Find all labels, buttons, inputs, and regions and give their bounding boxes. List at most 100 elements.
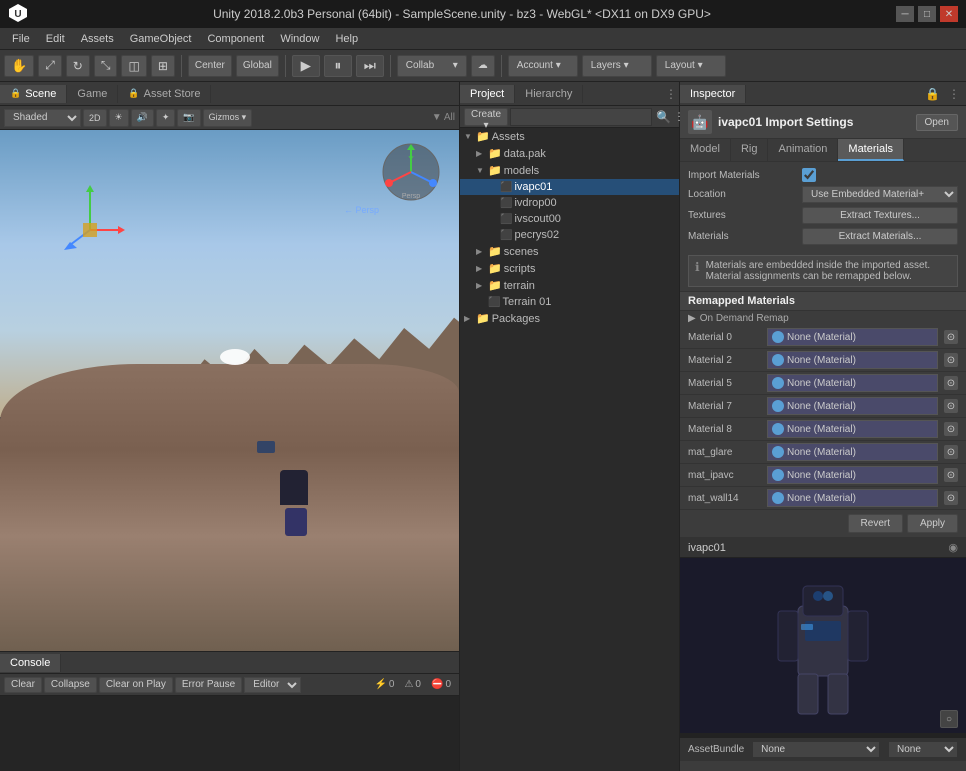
editor-dropdown[interactable]: Editor [244, 677, 301, 693]
global-button[interactable]: Global [236, 55, 279, 77]
revert-button[interactable]: Revert [848, 514, 903, 533]
layers-button[interactable]: Layers ▾ [582, 55, 652, 77]
mat-picker-1: None (Material) [767, 351, 938, 369]
maximize-button[interactable]: □ [918, 6, 936, 22]
minimize-button[interactable]: ─ [896, 6, 914, 22]
tree-item-ivapc01[interactable]: ⬛ ivapc01 [460, 179, 679, 195]
center-button[interactable]: Center [188, 55, 232, 77]
collab-button[interactable]: Collab▾ [397, 55, 467, 77]
mat-more-button-7[interactable]: ⊙ [944, 491, 958, 505]
mat-more-button-1[interactable]: ⊙ [944, 353, 958, 367]
step-button[interactable]: ⏭ [356, 55, 384, 77]
materials-properties: Import Materials Location Use Embedded M… [680, 162, 966, 251]
preview-sphere-icon[interactable]: ○ [940, 710, 958, 728]
tree-item-terrain[interactable]: ▶ 📁 terrain [460, 277, 679, 294]
mat-row-name: Material 5 [688, 378, 763, 389]
error-pause-button[interactable]: Error Pause [175, 677, 242, 693]
mat-more-button-6[interactable]: ⊙ [944, 468, 958, 482]
audio-toggle[interactable]: 🔊 [131, 109, 154, 127]
tree-item-ivscout00[interactable]: ⬛ ivscout00 [460, 211, 679, 227]
tab-scene[interactable]: 🔒 Scene [0, 85, 67, 103]
tree-item-models[interactable]: ▼ 📁 models [460, 162, 679, 179]
tree-item-scenes[interactable]: ▶ 📁 scenes [460, 243, 679, 260]
extract-materials-button[interactable]: Extract Materials... [802, 228, 958, 245]
tab-console[interactable]: Console [0, 654, 61, 672]
gizmos-dropdown[interactable]: Gizmos ▾ [203, 109, 253, 127]
console-tabs: Console [0, 652, 459, 674]
scene-view[interactable]: Y Persp [0, 130, 459, 651]
play-button[interactable]: ▶ [292, 55, 320, 77]
asset-bundle-select-2[interactable]: None [888, 741, 958, 758]
mat-more-button-2[interactable]: ⊙ [944, 376, 958, 390]
rotate-tool[interactable]: ↻ [66, 55, 90, 77]
camera-btn[interactable]: 📷 [177, 109, 200, 127]
clear-button[interactable]: Clear [4, 677, 42, 693]
open-button[interactable]: Open [916, 114, 958, 131]
mat-circle-icon [772, 423, 784, 435]
tab-animation[interactable]: Animation [768, 139, 838, 161]
mat-more-button-0[interactable]: ⊙ [944, 330, 958, 344]
lighting-toggle[interactable]: ☀ [109, 109, 129, 127]
mat-more-button-5[interactable]: ⊙ [944, 445, 958, 459]
mat-more-button-3[interactable]: ⊙ [944, 399, 958, 413]
menu-file[interactable]: File [4, 31, 38, 47]
create-button[interactable]: Create ▾ [464, 108, 508, 126]
panel-menu-icon[interactable]: ⋮ [663, 87, 679, 101]
scale-tool[interactable]: ⤡ [94, 55, 118, 77]
tree-item-data-pak[interactable]: ▶ 📁 data.pak [460, 145, 679, 162]
asset-bundle-select-1[interactable]: None [752, 741, 880, 758]
shaded-select[interactable]: Shaded Wireframe [4, 109, 81, 127]
close-button[interactable]: ✕ [940, 6, 958, 22]
account-button[interactable]: Account ▾ [508, 55, 578, 77]
inspector-menu-icon[interactable]: ⋮ [946, 87, 962, 101]
menu-component[interactable]: Component [199, 31, 272, 47]
mat-picker-7: None (Material) [767, 489, 938, 507]
menu-window[interactable]: Window [272, 31, 327, 47]
layout-button[interactable]: Layout ▾ [656, 55, 726, 77]
rect-tool[interactable]: ◫ [121, 55, 146, 77]
transform-tool[interactable]: ⊞ [151, 55, 175, 77]
tab-game[interactable]: Game [67, 85, 118, 103]
on-demand-remap[interactable]: ▶ On Demand Remap [680, 311, 966, 326]
search-icon[interactable]: 🔍 [654, 110, 673, 124]
mat-circle-icon [772, 469, 784, 481]
cloud-button[interactable]: ☁ [471, 55, 495, 77]
tab-materials[interactable]: Materials [838, 139, 904, 161]
menu-gameobject[interactable]: GameObject [122, 31, 200, 47]
tree-item-terrain-01[interactable]: ⬛ Terrain 01 [460, 294, 679, 310]
tab-project[interactable]: Project [460, 85, 515, 103]
toolbar-sep-1 [181, 55, 182, 77]
mat-picker-value: None (Material) [787, 447, 933, 458]
mat-row-name: Material 0 [688, 332, 763, 343]
tab-hierarchy[interactable]: Hierarchy [515, 85, 583, 103]
tab-rig[interactable]: Rig [731, 139, 769, 161]
hand-tool[interactable]: ✋ [4, 55, 34, 77]
lock-icon[interactable]: 🔒 [923, 87, 942, 101]
tree-item-pecrys02[interactable]: ⬛ pecrys02 [460, 227, 679, 243]
tab-asset-store[interactable]: 🔒 Asset Store [118, 85, 211, 103]
menu-assets[interactable]: Assets [73, 31, 122, 47]
menu-help[interactable]: Help [327, 31, 366, 47]
mat-row-name: Material 8 [688, 424, 763, 435]
mat-picker-value: None (Material) [787, 424, 933, 435]
import-materials-checkbox[interactable] [802, 168, 816, 182]
apply-button[interactable]: Apply [907, 514, 958, 533]
material-row-1: Material 2 None (Material) ⊙ [680, 349, 966, 372]
pause-button[interactable]: ⏸ [324, 55, 352, 77]
extract-textures-button[interactable]: Extract Textures... [802, 207, 958, 224]
clear-on-play-button[interactable]: Clear on Play [99, 677, 173, 693]
mat-more-button-4[interactable]: ⊙ [944, 422, 958, 436]
2d-toggle[interactable]: 2D [83, 109, 107, 127]
collapse-button[interactable]: Collapse [44, 677, 97, 693]
tab-model[interactable]: Model [680, 139, 731, 161]
tree-item-assets[interactable]: ▼ 📁 Assets [460, 128, 679, 145]
tree-item-scripts[interactable]: ▶ 📁 scripts [460, 260, 679, 277]
tree-item-packages[interactable]: ▶ 📁 Packages [460, 310, 679, 327]
fx-toggle[interactable]: ✦ [156, 109, 176, 127]
location-dropdown[interactable]: Use Embedded Material+ Use External Mate… [802, 186, 958, 203]
search-input[interactable] [510, 108, 652, 126]
tree-item-ivdrop00[interactable]: ⬛ ivdrop00 [460, 195, 679, 211]
menu-edit[interactable]: Edit [38, 31, 73, 47]
tab-inspector[interactable]: Inspector [680, 85, 746, 103]
move-tool[interactable]: ⤢ [38, 55, 62, 77]
